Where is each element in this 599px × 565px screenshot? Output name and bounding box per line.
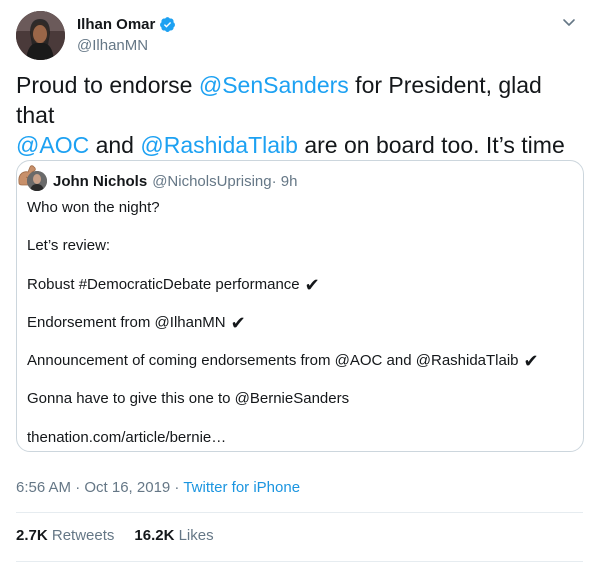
meta-separator: ·	[170, 479, 184, 496]
mention-link-rashidatlaib[interactable]: @RashidaTlaib	[140, 132, 298, 158]
tweet-text-part: are on board too. It’s time	[297, 132, 565, 158]
quoted-line: Robust #DemocraticDebate performance ✔	[27, 275, 572, 295]
mention-link-aoc[interactable]: @AOC	[16, 132, 89, 158]
quoted-line-text: Robust #DemocraticDebate performance	[27, 275, 300, 293]
quoted-line: Endorsement from @IlhanMN ✔	[27, 313, 572, 333]
author-display-name-row[interactable]: Ilhan Omar	[77, 14, 176, 34]
quoted-author-name: John Nichols	[53, 172, 148, 190]
divider	[16, 561, 583, 562]
tweet-text-part: and	[89, 132, 141, 158]
quoted-line: Gonna have to give this one to @BernieSa…	[27, 389, 572, 409]
tweet-card: Ilhan Omar @IlhanMN Proud to endorse @Se…	[0, 0, 599, 565]
likes-count: 16.2K	[134, 527, 175, 544]
retweets-stat[interactable]: 2.7K Retweets	[16, 527, 114, 544]
author-names: Ilhan Omar @IlhanMN	[77, 14, 176, 54]
quoted-line: thenation.com/article/bernie…	[27, 428, 572, 448]
quoted-line-text: Gonna have to give this one to @BernieSa…	[27, 390, 350, 408]
quoted-line-text: Endorsement from @IlhanMN	[27, 313, 226, 331]
tweet-stats: 2.7K Retweets 16.2K Likes	[16, 527, 214, 544]
check-mark-icon: ✔	[304, 274, 320, 295]
divider	[16, 512, 583, 513]
author-avatar[interactable]	[16, 11, 65, 60]
check-mark-icon: ✔	[230, 312, 246, 333]
quoted-author-avatar	[27, 171, 47, 191]
chevron-down-icon[interactable]	[561, 14, 577, 30]
quoted-line: Announcement of coming endorsements from…	[27, 351, 572, 371]
likes-label: Likes	[178, 527, 214, 544]
quoted-line: Let’s review:	[27, 236, 572, 256]
tweet-text-part: Proud to endorse	[16, 72, 199, 98]
quoted-line-text: thenation.com/article/bernie…	[27, 428, 227, 446]
retweets-count: 2.7K	[16, 527, 48, 544]
quoted-tweet-body: Who won the night? Let’s review: Robust …	[27, 198, 572, 466]
quoted-author-handle: @NicholsUprising	[152, 172, 272, 190]
quoted-line-text: Let’s review:	[27, 237, 111, 255]
quoted-line: Who won the night?	[27, 198, 572, 218]
author-handle[interactable]: @IlhanMN	[77, 37, 176, 54]
retweets-label: Retweets	[51, 527, 115, 544]
quoted-line-text: Announcement of coming endorsements from…	[27, 352, 519, 370]
quoted-tweet-time: · 9h	[271, 172, 298, 190]
quoted-line-text: Who won the night?	[27, 199, 160, 216]
tweet-source-link[interactable]: Twitter for iPhone	[183, 479, 300, 496]
author-display-name[interactable]: Ilhan Omar	[77, 16, 155, 33]
tweet-header: Ilhan Omar @IlhanMN	[16, 11, 583, 60]
quoted-tweet[interactable]: John Nichols @NicholsUprising · 9h Who w…	[16, 160, 584, 452]
check-mark-icon: ✔	[523, 351, 539, 372]
tweet-timestamp[interactable]: 6:56 AM · Oct 16, 2019	[16, 479, 170, 496]
mention-link-sensanders[interactable]: @SenSanders	[199, 72, 349, 98]
likes-stat[interactable]: 16.2K Likes	[134, 527, 213, 544]
quoted-tweet-header: John Nichols @NicholsUprising · 9h	[27, 171, 297, 191]
tweet-meta: 6:56 AM · Oct 16, 2019 · Twitter for iPh…	[16, 479, 300, 496]
verified-badge-icon	[159, 16, 176, 33]
